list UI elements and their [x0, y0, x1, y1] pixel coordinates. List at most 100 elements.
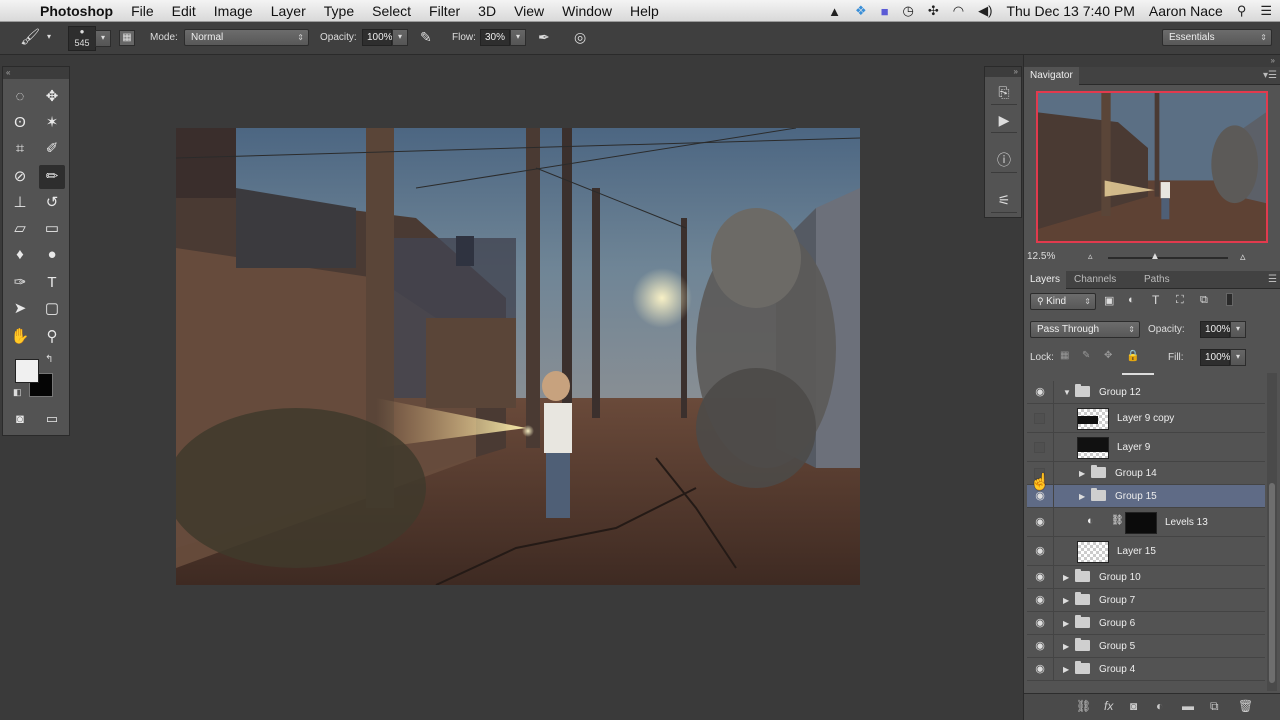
- layer-opacity-field[interactable]: 100%: [1200, 321, 1231, 338]
- eye-icon[interactable]: ◉: [1033, 516, 1047, 528]
- layer-name[interactable]: Group 5: [1099, 635, 1135, 658]
- layer-row-levels-13[interactable]: ◉ ◐ ⛓ Levels 13: [1027, 508, 1265, 537]
- lock-position-icon[interactable]: ✥: [1104, 350, 1112, 361]
- layer-name[interactable]: Group 10: [1099, 566, 1141, 589]
- layer-row-layer-15[interactable]: ◉ Layer 15: [1027, 537, 1265, 566]
- layer-row-group-5[interactable]: ◉ ▶ Group 5: [1027, 635, 1265, 658]
- filter-toggle-icon[interactable]: [1226, 293, 1233, 306]
- expand-triangle-icon[interactable]: ▶: [1063, 573, 1069, 582]
- navigator-zoom-slider-handle[interactable]: ▲: [1150, 251, 1160, 262]
- flow-dropdown-button[interactable]: ▾: [510, 29, 526, 46]
- info-panel-icon[interactable]: ⓘ: [991, 147, 1017, 173]
- brush-panel-toggle-icon[interactable]: ▦: [119, 30, 135, 46]
- screen-mode-icon[interactable]: ▭: [39, 407, 65, 431]
- opacity-field[interactable]: 100%: [362, 29, 393, 46]
- layer-name[interactable]: Group 12: [1099, 381, 1141, 404]
- layer-name[interactable]: Layer 9: [1117, 433, 1150, 462]
- layer-name[interactable]: Layer 15: [1117, 537, 1156, 566]
- spotlight-icon[interactable]: ⚲: [1237, 3, 1247, 19]
- layer-row-layer-9-copy[interactable]: Layer 9 copy: [1027, 404, 1265, 433]
- healing-brush-tool-icon[interactable]: ⊘: [7, 165, 33, 189]
- zoom-in-icon[interactable]: ▵: [1240, 250, 1246, 263]
- move-tool-icon[interactable]: ✥: [39, 85, 65, 109]
- eye-icon[interactable]: ◉: [1033, 617, 1047, 629]
- foreground-color-swatch[interactable]: [15, 359, 39, 383]
- actions-panel-icon[interactable]: ▶: [991, 107, 1017, 133]
- filter-type-icon[interactable]: T: [1152, 293, 1159, 307]
- eye-icon[interactable]: ◉: [1033, 571, 1047, 583]
- menu-app-name[interactable]: Photoshop: [40, 3, 113, 19]
- link-layers-icon[interactable]: ⛓: [1076, 699, 1091, 713]
- brush-tool-icon[interactable]: 🖌: [20, 27, 40, 47]
- layers-scrollbar-handle[interactable]: [1269, 483, 1275, 683]
- layer-row-layer-9[interactable]: Layer 9: [1027, 433, 1265, 462]
- dodge-tool-icon[interactable]: ●: [39, 243, 65, 267]
- menu-window[interactable]: Window: [562, 3, 612, 19]
- time-machine-icon[interactable]: ◷: [903, 3, 914, 19]
- expand-triangle-icon[interactable]: ▶: [1063, 619, 1069, 628]
- default-colors-icon[interactable]: ◧: [13, 387, 22, 398]
- flow-field[interactable]: 30%: [480, 29, 510, 46]
- pressure-size-icon[interactable]: ◎: [574, 29, 586, 46]
- eye-icon[interactable]: ◉: [1033, 545, 1047, 557]
- tab-layers[interactable]: Layers: [1024, 271, 1067, 289]
- history-brush-tool-icon[interactable]: ↺: [39, 191, 65, 215]
- marquee-tool-icon[interactable]: ◌: [7, 85, 33, 109]
- expand-triangle-icon[interactable]: ▶: [1063, 596, 1069, 605]
- layer-row-group-6[interactable]: ◉ ▶ Group 6: [1027, 612, 1265, 635]
- eyedropper-tool-icon[interactable]: ✐: [39, 137, 65, 161]
- brush-picker-button[interactable]: ▾: [95, 30, 111, 47]
- layer-name[interactable]: Group 15: [1115, 485, 1157, 508]
- expand-triangle-icon[interactable]: ▶: [1079, 469, 1085, 478]
- navigator-zoom-slider[interactable]: [1108, 257, 1228, 259]
- expand-triangle-icon[interactable]: ▶: [1063, 642, 1069, 651]
- gradient-tool-icon[interactable]: ▭: [39, 217, 65, 241]
- drive-icon[interactable]: ▲: [828, 4, 841, 19]
- fill-dropdown[interactable]: ▾: [1230, 349, 1246, 366]
- menu-layer[interactable]: Layer: [271, 3, 306, 19]
- opacity-dropdown-button[interactable]: ▾: [392, 29, 408, 46]
- zoom-out-icon[interactable]: ▵: [1088, 251, 1093, 262]
- delete-layer-icon[interactable]: 🗑: [1238, 699, 1253, 713]
- layers-panel-menu-icon[interactable]: ☰: [1268, 271, 1277, 289]
- layer-row-group-4[interactable]: ◉ ▶ Group 4: [1027, 658, 1265, 681]
- wifi-icon[interactable]: ◠: [953, 3, 964, 19]
- mask-link-icon[interactable]: ⛓: [1111, 515, 1124, 526]
- tab-paths[interactable]: Paths: [1138, 271, 1176, 289]
- tool-preset-dropdown-icon[interactable]: ▾: [47, 32, 51, 41]
- path-selection-tool-icon[interactable]: ➤: [7, 297, 33, 321]
- menu-view[interactable]: View: [514, 3, 544, 19]
- navigator-panel-menu-icon[interactable]: ▾☰: [1263, 67, 1277, 85]
- collapse-triangle-icon[interactable]: ▼: [1063, 388, 1071, 397]
- layer-name[interactable]: Group 6: [1099, 612, 1135, 635]
- new-group-icon[interactable]: ▬: [1182, 699, 1194, 713]
- layers-scrollbar[interactable]: [1267, 373, 1277, 691]
- blur-tool-icon[interactable]: ♦: [7, 243, 33, 267]
- filter-smart-object-icon[interactable]: ⧉: [1200, 294, 1208, 307]
- zoom-tool-icon[interactable]: ⚲: [39, 325, 65, 349]
- quick-mask-icon[interactable]: ◙: [7, 407, 33, 431]
- rectangle-tool-icon[interactable]: ▢: [39, 297, 65, 321]
- workspace-select[interactable]: Essentials: [1162, 29, 1272, 46]
- eye-icon[interactable]: ◉: [1033, 386, 1047, 398]
- layer-filter-select[interactable]: ⚲ Kind: [1030, 293, 1096, 310]
- swap-colors-icon[interactable]: ↰: [45, 354, 53, 365]
- expand-triangle-icon[interactable]: ▶: [1063, 665, 1069, 674]
- dropbox-icon[interactable]: ❖: [855, 3, 867, 19]
- tab-channels[interactable]: Channels: [1068, 271, 1122, 289]
- fill-field[interactable]: 100%: [1200, 349, 1231, 366]
- menu-image[interactable]: Image: [214, 3, 253, 19]
- lock-image-icon[interactable]: ✎: [1082, 350, 1090, 361]
- dock-collapse-icon[interactable]: »: [1024, 55, 1280, 67]
- toolbox-collapse-icon[interactable]: «: [3, 67, 69, 79]
- notification-center-icon[interactable]: ☰: [1260, 3, 1272, 19]
- menu-edit[interactable]: Edit: [172, 3, 196, 19]
- new-adjustment-layer-icon[interactable]: ◐: [1156, 699, 1163, 713]
- layer-row-group-12[interactable]: ◉ ▼ Group 12: [1027, 381, 1265, 404]
- bluetooth-icon[interactable]: ✣: [928, 3, 939, 19]
- layer-name[interactable]: Group 14: [1115, 462, 1157, 485]
- new-layer-icon[interactable]: ⧉: [1210, 699, 1219, 714]
- menu-select[interactable]: Select: [372, 3, 411, 19]
- menu-file[interactable]: File: [131, 3, 154, 19]
- history-panel-icon[interactable]: ⎘: [991, 79, 1017, 105]
